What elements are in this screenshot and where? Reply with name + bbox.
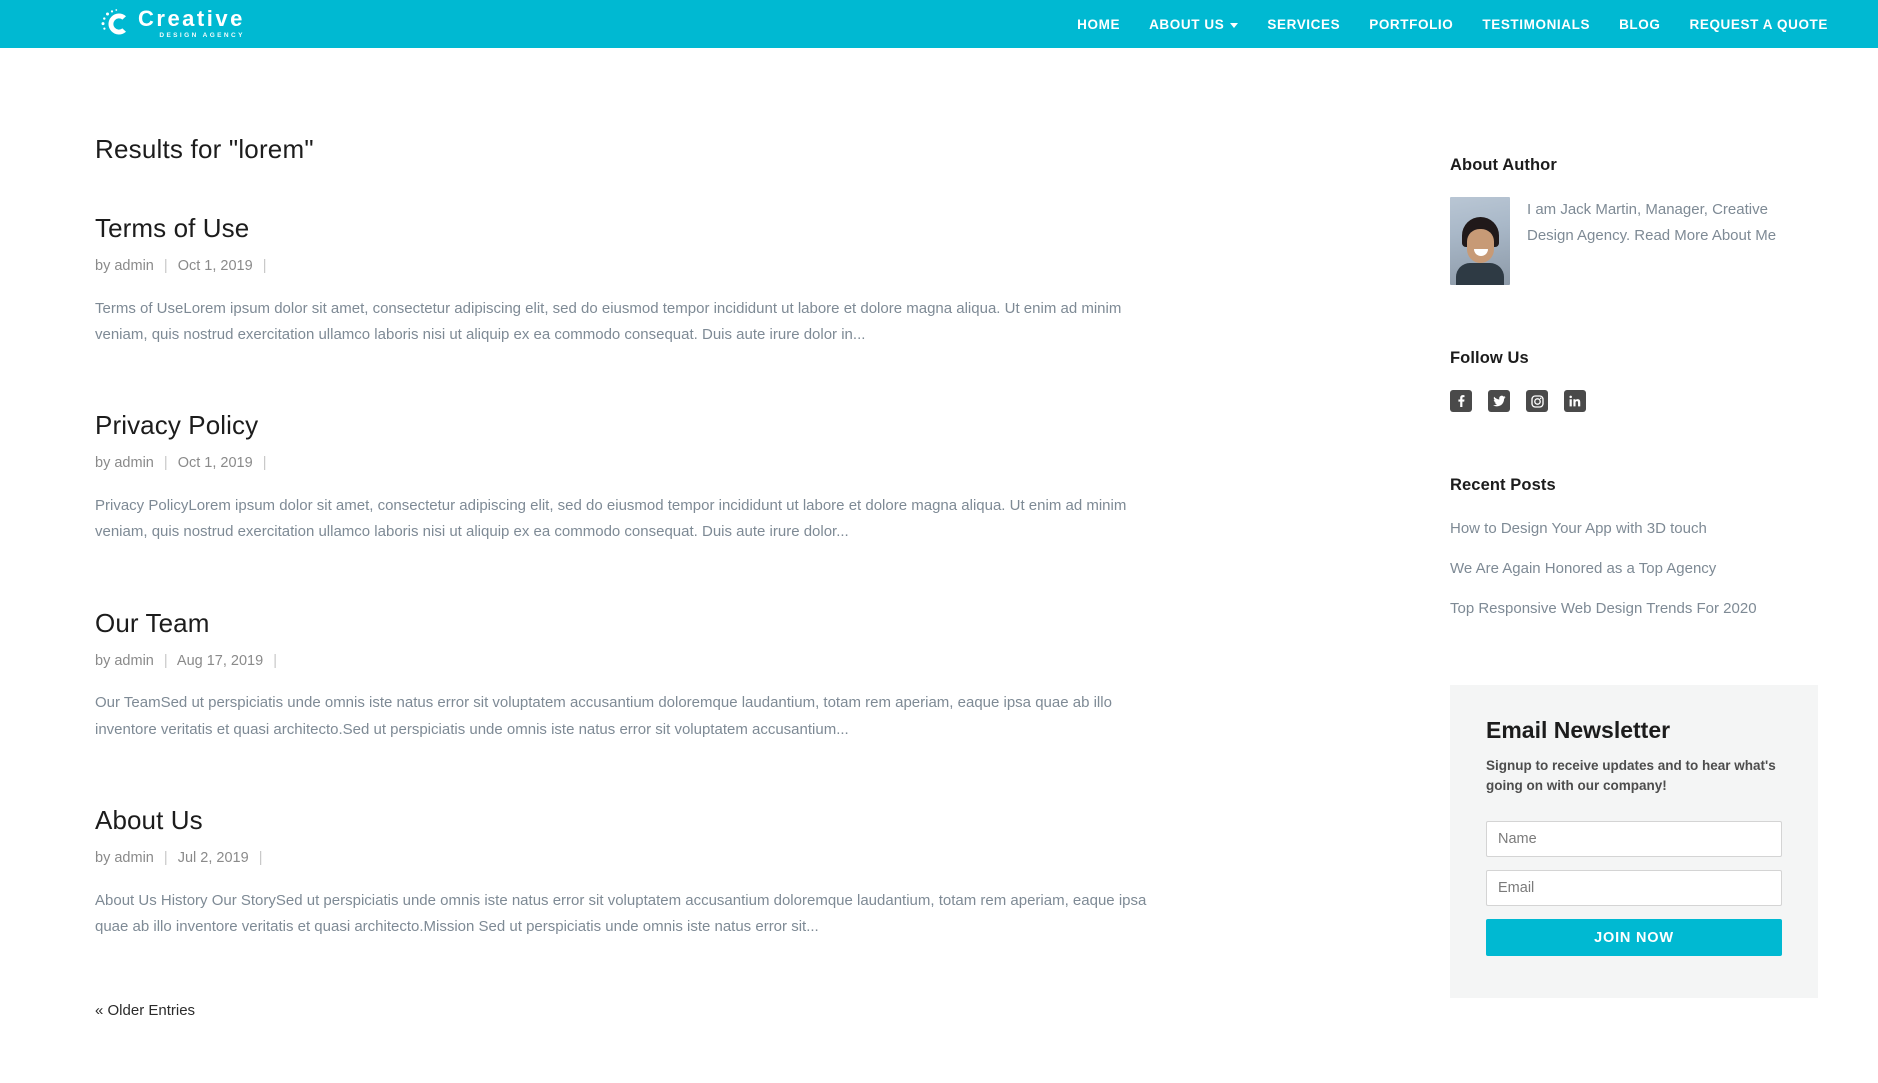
result-date: Oct 1, 2019 <box>177 455 253 472</box>
linkedin-icon[interactable] <box>1564 390 1586 412</box>
main-navigation: HOME ABOUT US SERVICES PORTFOLIO TESTIMO… <box>1077 17 1828 32</box>
page-body: Results for "lorem" Terms of Use by admi… <box>0 48 1878 1020</box>
meta-separator-end: | <box>262 455 267 472</box>
nav-label-blog: BLOG <box>1619 16 1661 32</box>
author-prefix: by <box>95 849 111 866</box>
author-prefix: by <box>95 258 111 274</box>
newsletter-title: Email Newsletter <box>1486 717 1671 743</box>
result-date: Jul 2, 2019 <box>177 849 249 866</box>
author-portrait-photo-icon <box>1450 197 1510 285</box>
brand-name: Creative <box>138 6 245 32</box>
nav-item-blog[interactable]: BLOG <box>1619 17 1660 32</box>
meta-separator: | <box>163 258 168 274</box>
meta-separator: | <box>163 849 168 866</box>
recent-post-link[interactable]: We Are Again Honored as a Top Agency <box>1450 560 1716 577</box>
author-row: I am Jack Martin, Manager, Creative Desi… <box>1450 197 1818 285</box>
meta-separator-end: | <box>258 849 263 866</box>
social-links <box>1450 390 1818 412</box>
newsletter-name-input[interactable] <box>1486 821 1782 858</box>
facebook-icon[interactable] <box>1450 390 1472 412</box>
nav-label-request-a-quote: REQUEST A QUOTE <box>1689 16 1828 32</box>
widget-title-about-author: About Author <box>1450 156 1557 174</box>
result-meta: by admin | Oct 1, 2019 | <box>95 453 1390 475</box>
result-excerpt: Terms of UseLorem ipsum dolor sit amet, … <box>95 299 1122 343</box>
nav-item-about-us[interactable]: ABOUT US <box>1149 16 1239 32</box>
result-meta: by admin | Aug 17, 2019 | <box>95 651 1390 673</box>
nav-item-testimonials[interactable]: TESTIMONIALS <box>1482 17 1590 32</box>
search-result-item: Our Team by admin | Aug 17, 2019 | Our T… <box>95 608 1390 743</box>
search-results-column: Results for "lorem" Terms of Use by admi… <box>0 48 1390 1020</box>
author-link[interactable]: admin <box>114 455 154 471</box>
newsletter-email-input[interactable] <box>1486 870 1782 907</box>
page-title: Results for "lorem" <box>95 134 314 164</box>
result-title-link[interactable]: Terms of Use <box>95 213 1390 244</box>
result-title-link[interactable]: Our Team <box>95 608 1390 639</box>
nav-label-testimonials: TESTIMONIALS <box>1482 16 1591 32</box>
search-result-item: Privacy Policy by admin | Oct 1, 2019 | … <box>95 410 1390 545</box>
list-item: Top Responsive Web Design Trends For 202… <box>1450 597 1818 621</box>
widget-about-author: About Author I am Jack Martin, Manager, … <box>1450 156 1818 285</box>
author-link[interactable]: admin <box>114 850 154 866</box>
widget-follow-us: Follow Us <box>1450 349 1818 412</box>
author-prefix: by <box>95 652 111 669</box>
instagram-icon[interactable] <box>1526 390 1548 412</box>
widget-title-recent-posts: Recent Posts <box>1450 476 1556 494</box>
nav-label-home: HOME <box>1077 16 1121 32</box>
result-excerpt: Our TeamSed ut perspiciatis unde omnis i… <box>95 694 1112 738</box>
older-entries-link[interactable]: « Older Entries <box>95 1002 195 1019</box>
list-item: We Are Again Honored as a Top Agency <box>1450 557 1818 581</box>
recent-post-link[interactable]: How to Design Your App with 3D touch <box>1450 520 1707 537</box>
search-result-item: About Us by admin | Jul 2, 2019 | About … <box>95 805 1390 940</box>
nav-item-request-a-quote[interactable]: REQUEST A QUOTE <box>1689 17 1828 32</box>
nav-item-home[interactable]: HOME <box>1077 17 1120 32</box>
nav-label-about-us: ABOUT US <box>1149 16 1225 32</box>
twitter-icon[interactable] <box>1488 390 1510 412</box>
brand-tagline: DESIGN AGENCY <box>159 32 245 40</box>
nav-item-services[interactable]: SERVICES <box>1267 17 1340 32</box>
search-result-item: Terms of Use by admin | Oct 1, 2019 | Te… <box>95 213 1390 348</box>
result-excerpt: About Us History Our StorySed ut perspic… <box>95 891 1147 935</box>
nav-label-services: SERVICES <box>1267 16 1341 32</box>
nav-label-portfolio: PORTFOLIO <box>1369 16 1454 32</box>
author-prefix: by <box>95 455 111 472</box>
result-meta: by admin | Jul 2, 2019 | <box>95 848 1390 870</box>
result-date: Aug 17, 2019 <box>176 652 264 669</box>
author-bio: I am Jack Martin, Manager, Creative Desi… <box>1527 201 1777 244</box>
widget-email-newsletter: Email Newsletter Signup to receive updat… <box>1450 685 1818 999</box>
brand-logo[interactable]: Creative DESIGN AGENCY <box>100 7 245 41</box>
result-meta: by admin | Oct 1, 2019 | <box>95 256 1390 278</box>
list-item: How to Design Your App with 3D touch <box>1450 517 1818 541</box>
result-title-link[interactable]: About Us <box>95 805 1390 836</box>
meta-separator-end: | <box>262 258 267 274</box>
meta-separator: | <box>163 455 168 472</box>
site-header: Creative DESIGN AGENCY HOME ABOUT US SER… <box>0 0 1878 48</box>
newsletter-subtitle: Signup to receive updates and to hear wh… <box>1486 758 1776 793</box>
pagination: « Older Entries <box>95 1002 1390 1020</box>
creative-c-dots-logo-icon <box>100 7 134 41</box>
author-link[interactable]: admin <box>114 653 154 669</box>
result-excerpt: Privacy PolicyLorem ipsum dolor sit amet… <box>95 497 1127 541</box>
newsletter-join-now-button[interactable]: JOIN NOW <box>1486 919 1782 957</box>
recent-posts-list: How to Design Your App with 3D touch We … <box>1450 517 1818 621</box>
widget-title-follow-us: Follow Us <box>1450 349 1529 367</box>
chevron-down-icon <box>1230 22 1239 28</box>
author-link[interactable]: admin <box>114 258 154 274</box>
widget-recent-posts: Recent Posts How to Design Your App with… <box>1450 476 1818 621</box>
sidebar: About Author I am Jack Martin, Manager, … <box>1390 48 1878 1020</box>
meta-separator: | <box>163 652 168 669</box>
result-date: Oct 1, 2019 <box>177 258 253 274</box>
meta-separator-end: | <box>273 652 277 669</box>
nav-item-portfolio[interactable]: PORTFOLIO <box>1369 17 1453 32</box>
recent-post-link[interactable]: Top Responsive Web Design Trends For 202… <box>1450 600 1757 617</box>
result-title-link[interactable]: Privacy Policy <box>95 410 1390 441</box>
